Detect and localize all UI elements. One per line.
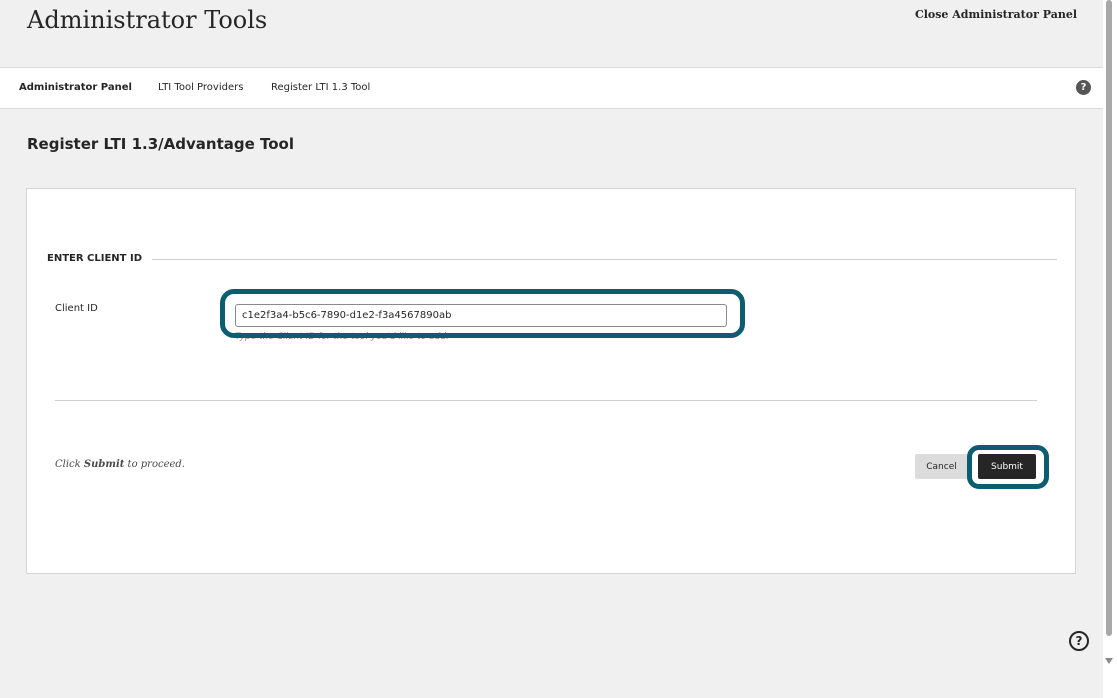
close-admin-panel-link[interactable]: Close Administrator Panel bbox=[915, 8, 1077, 21]
form-divider bbox=[55, 400, 1037, 401]
help-icon[interactable]: ? bbox=[1076, 80, 1091, 95]
client-id-hint: Type the Client ID for the tool you'd li… bbox=[235, 332, 449, 342]
instruction-suffix: to proceed. bbox=[124, 459, 185, 470]
section-divider bbox=[47, 259, 1057, 260]
register-tool-panel: ENTER CLIENT ID Client ID Type the Clien… bbox=[26, 188, 1076, 574]
breadcrumb-lti-tool-providers[interactable]: LTI Tool Providers bbox=[158, 82, 243, 93]
page-scrollbar[interactable] bbox=[1103, 0, 1117, 698]
page-header: Administrator Tools Close Administrator … bbox=[0, 0, 1103, 67]
section-heading: ENTER CLIENT ID bbox=[47, 253, 152, 264]
submit-button[interactable]: Submit bbox=[978, 454, 1036, 479]
floating-help-icon[interactable]: ? bbox=[1069, 631, 1089, 651]
submit-instruction: Click Submit to proceed. bbox=[55, 459, 185, 470]
app-title: Administrator Tools bbox=[27, 6, 268, 34]
client-id-label: Client ID bbox=[55, 303, 98, 314]
scroll-down-arrow-icon[interactable] bbox=[1105, 658, 1113, 664]
cancel-button[interactable]: Cancel bbox=[915, 454, 968, 479]
client-id-input[interactable] bbox=[235, 304, 727, 327]
instruction-prefix: Click bbox=[55, 459, 84, 470]
breadcrumb-register-lti-tool[interactable]: Register LTI 1.3 Tool bbox=[271, 82, 370, 93]
breadcrumb-administrator-panel[interactable]: Administrator Panel bbox=[19, 82, 132, 93]
scrollbar-thumb[interactable] bbox=[1106, 0, 1112, 636]
instruction-bold: Submit bbox=[83, 459, 125, 470]
breadcrumb: Administrator Panel LTI Tool Providers R… bbox=[0, 67, 1103, 109]
page-title: Register LTI 1.3/Advantage Tool bbox=[27, 135, 294, 153]
